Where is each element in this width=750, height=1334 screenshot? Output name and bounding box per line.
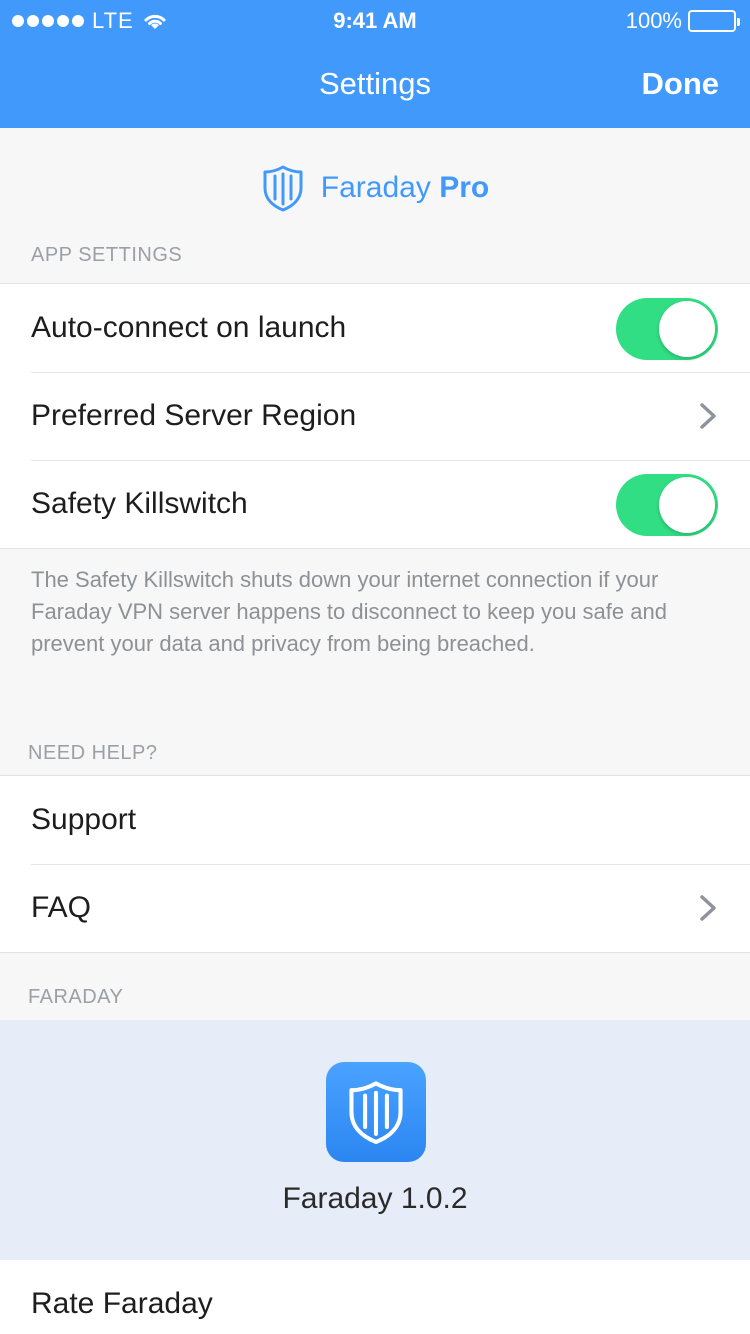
row-label: Auto-connect on launch (31, 311, 347, 344)
row-label: Rate Faraday (31, 1287, 213, 1320)
row-label: Support (31, 803, 137, 836)
auto-connect-toggle[interactable] (616, 298, 718, 360)
row-label: FAQ (31, 891, 92, 924)
section-header-faraday: FARADAY (28, 986, 124, 1008)
battery-icon (688, 10, 740, 32)
status-bar: LTE 9:41 AM 100% (0, 0, 750, 40)
about-section: Faraday 1.0.2 (0, 1020, 750, 1260)
app-icon (326, 1062, 426, 1162)
row-rate-faraday[interactable]: Rate Faraday (0, 1260, 750, 1334)
page-title: Settings (318, 66, 431, 101)
nav-bar: LTE 9:41 AM 100% Settings Done (0, 0, 750, 128)
chevron-right-icon (700, 403, 716, 429)
safety-killswitch-toggle[interactable] (616, 474, 718, 536)
need-help-group: Support FAQ (0, 775, 750, 953)
brand-name-text: Faraday (320, 171, 431, 204)
app-version: Faraday 1.0.2 (282, 1182, 468, 1215)
row-support[interactable]: Support (0, 776, 750, 864)
done-button[interactable]: Done (642, 66, 720, 102)
shield-icon (263, 165, 303, 212)
section-header-app-settings: APP SETTINGS (31, 244, 183, 266)
row-label: Preferred Server Region (31, 399, 357, 432)
brand-header: Faraday Pro (0, 164, 750, 212)
status-right: 100% (625, 8, 740, 34)
brand-tier: Pro (439, 171, 490, 204)
row-label: Safety Killswitch (31, 487, 248, 520)
killswitch-footnote: The Safety Killswitch shuts down your in… (31, 567, 667, 656)
section-header-need-help: NEED HELP? (28, 742, 158, 764)
row-faq[interactable]: FAQ (0, 864, 750, 952)
row-auto-connect[interactable]: Auto-connect on launch (0, 284, 750, 372)
row-preferred-server-region[interactable]: Preferred Server Region (0, 372, 750, 460)
chevron-right-icon (700, 895, 716, 921)
brand-name: Faraday Pro (321, 171, 489, 205)
shield-icon (349, 1081, 403, 1145)
battery-percent: 100% (625, 8, 682, 33)
app-settings-group: Auto-connect on launch Preferred Server … (0, 283, 750, 549)
row-safety-killswitch[interactable]: Safety Killswitch (0, 460, 750, 548)
